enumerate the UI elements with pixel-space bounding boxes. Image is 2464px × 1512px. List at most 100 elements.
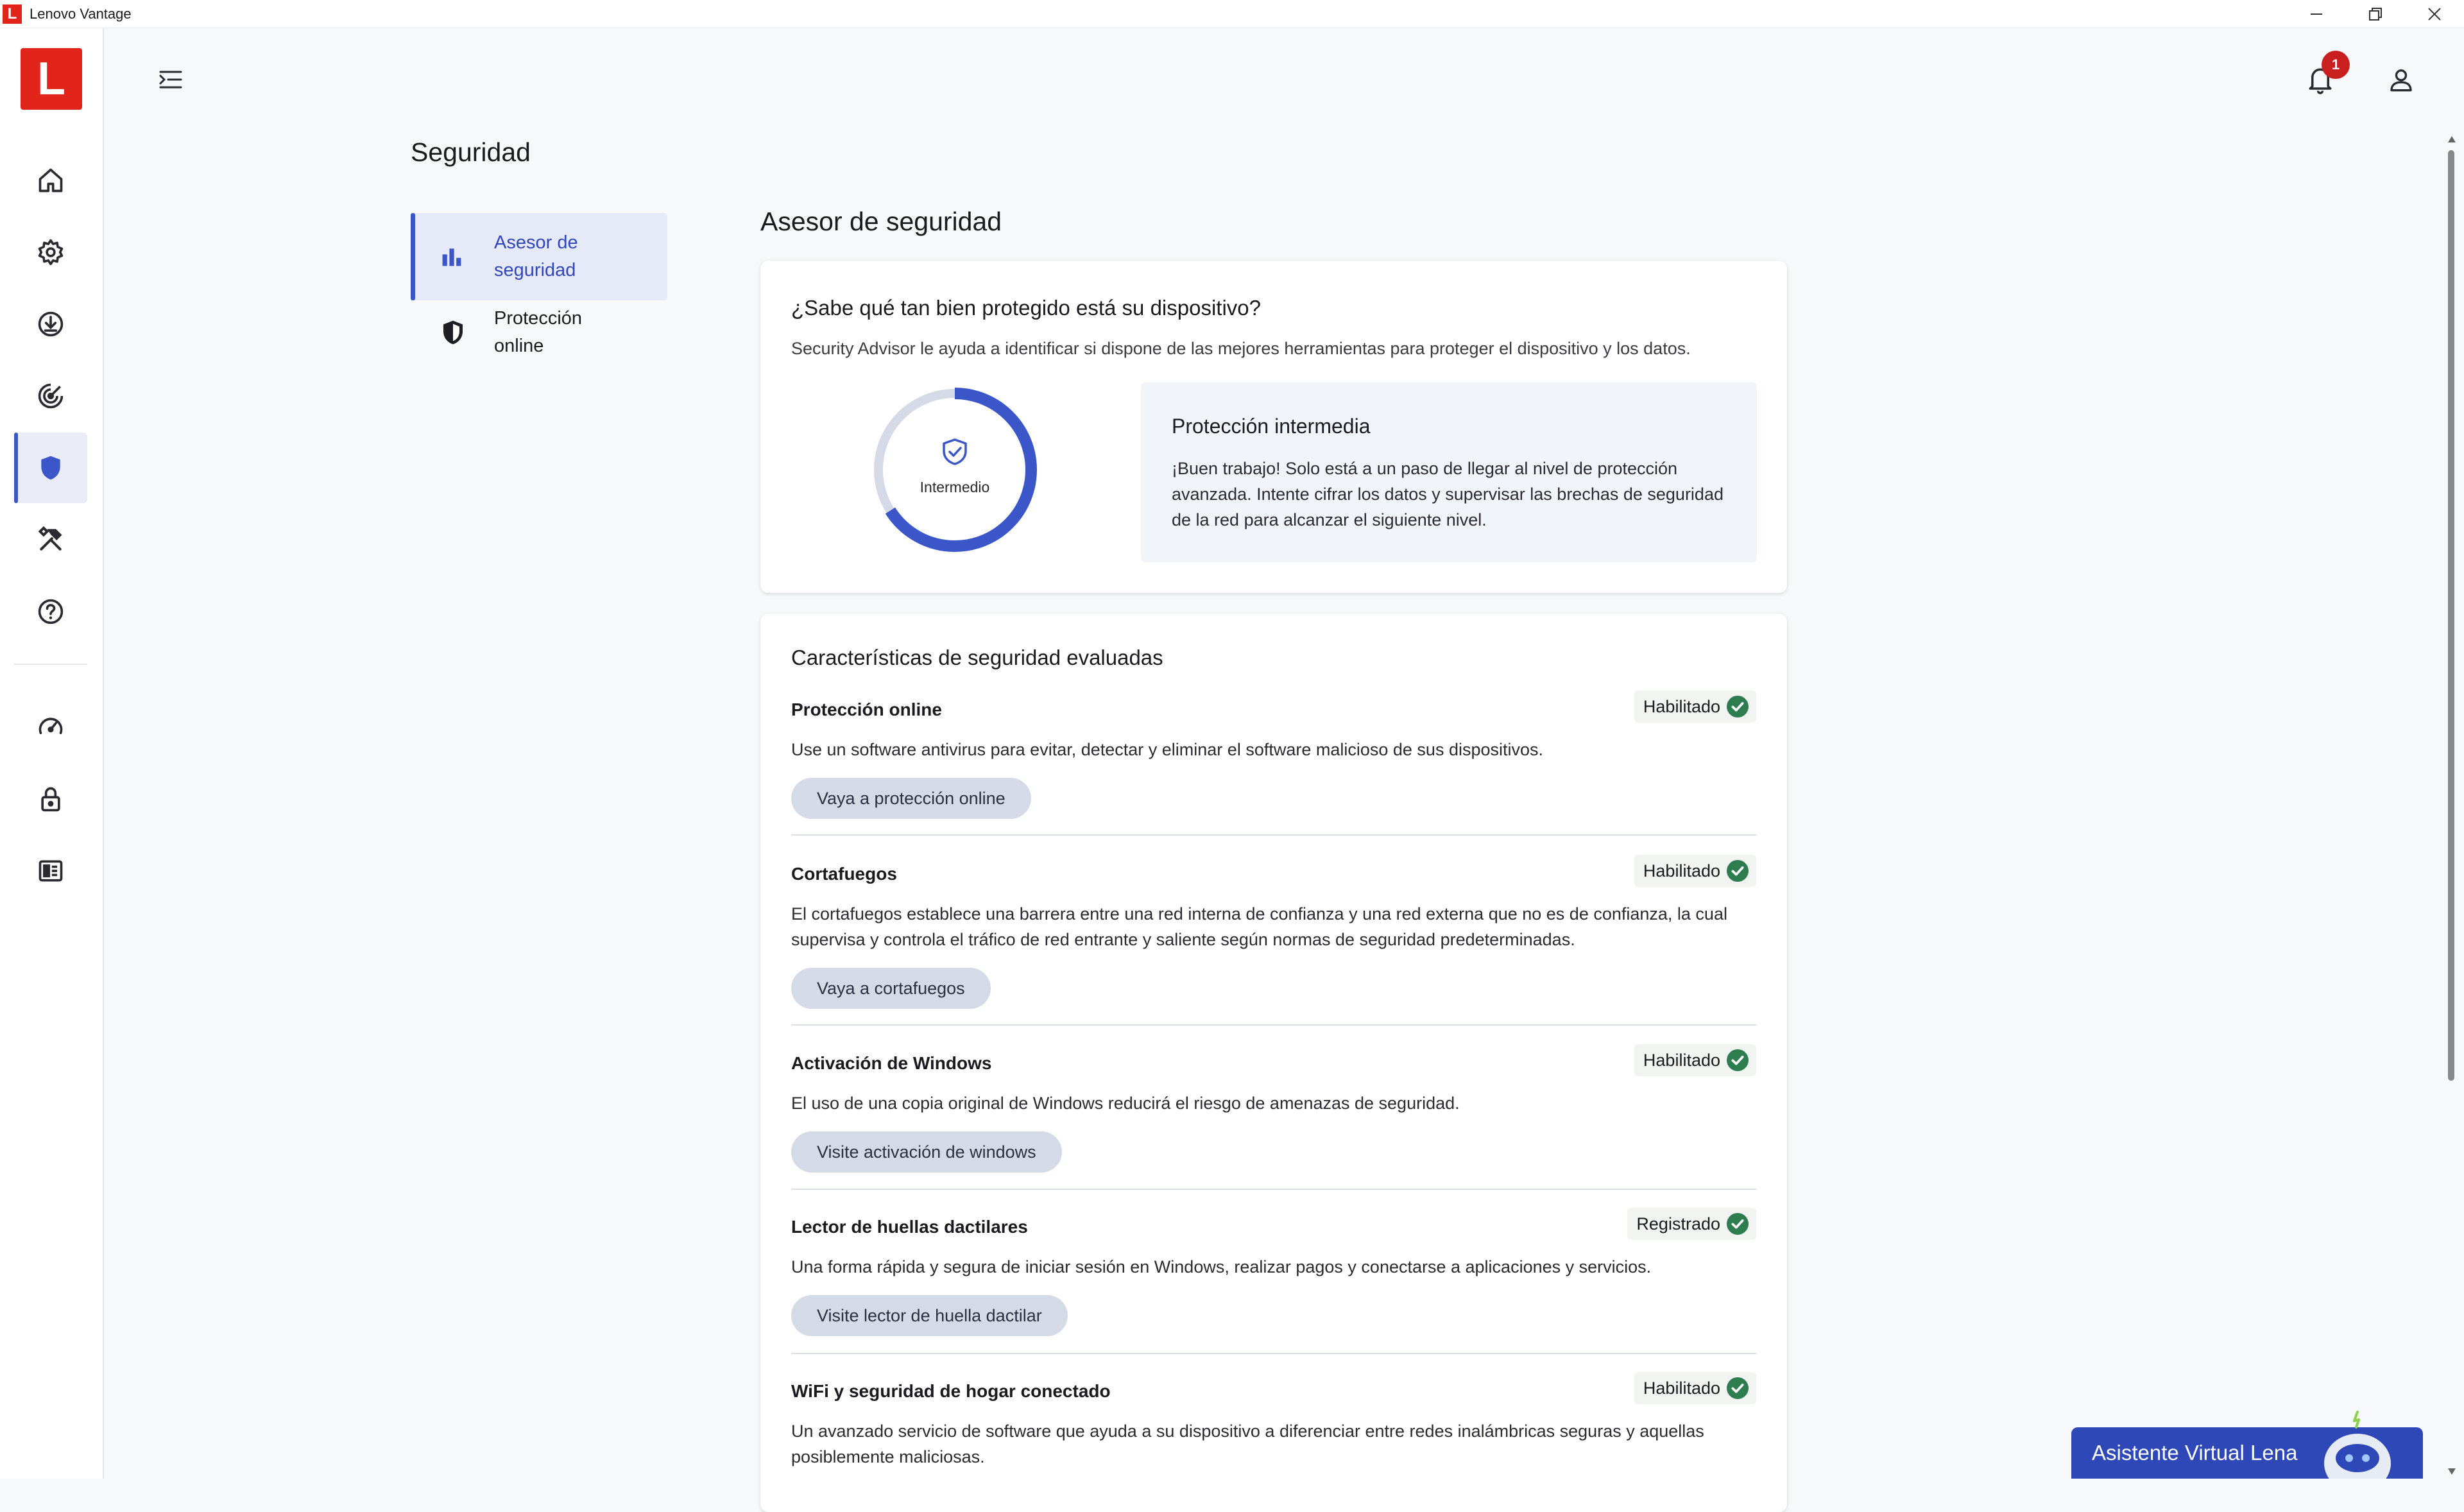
gauge-label: Intermedio <box>920 479 990 495</box>
check-circle-icon <box>1727 696 1749 717</box>
account-icon <box>2390 69 2412 92</box>
status-badge: Habilitado <box>1634 855 1756 887</box>
protection-level-title: Protección intermedia <box>1172 415 1371 438</box>
card-title: Características de seguridad evaluadas <box>791 646 1163 669</box>
window-title: Lenovo Vantage <box>30 5 132 22</box>
scroll-up-arrow-icon[interactable] <box>2447 135 2457 144</box>
status-text: Habilitado <box>1643 696 1720 716</box>
feature-online-protection: Protección online Habilitado Use un soft… <box>791 691 1756 828</box>
feature-name: Lector de huellas dactilares <box>791 1217 1028 1237</box>
visit-fingerprint-reader-button[interactable]: Visite lector de huella dactilar <box>791 1295 1068 1336</box>
protection-level-gauge <box>873 388 1037 552</box>
window-controls <box>2287 0 2464 28</box>
feature-divider <box>791 1024 1756 1026</box>
speedometer-icon <box>38 717 63 734</box>
robot-assistant-icon[interactable] <box>2319 1409 2396 1479</box>
check-circle-icon <box>1727 1049 1749 1071</box>
feature-description: El cortafuegos establece una barrera ent… <box>791 904 1727 949</box>
close-icon <box>2428 8 2441 21</box>
minimize-button[interactable] <box>2287 0 2346 28</box>
bar-chart-icon <box>442 248 461 266</box>
evaluated-features-card: Características de seguridad evaluadas P… <box>760 614 1787 1512</box>
rail-item-home[interactable] <box>14 145 87 216</box>
gear-icon <box>38 239 64 266</box>
feature-divider <box>791 1353 1756 1354</box>
check-circle-icon <box>1727 1377 1749 1399</box>
rail-item-security[interactable] <box>14 433 87 503</box>
tools-icon <box>38 526 62 551</box>
menu-expand-button[interactable] <box>154 65 187 94</box>
lenovo-logo[interactable]: L <box>21 48 82 110</box>
assistant-label: Asistente Virtual Lena <box>2092 1441 2298 1465</box>
status-badge: Habilitado <box>1634 1372 1756 1404</box>
feature-description: El uso de una copia original de Windows … <box>791 1094 1460 1113</box>
status-text: Habilitado <box>1643 1050 1720 1070</box>
app-logo-icon: L <box>3 4 22 24</box>
feature-divider <box>791 834 1756 836</box>
page-title: Seguridad <box>411 137 531 167</box>
rail-item-performance[interactable] <box>14 361 87 431</box>
target-icon <box>38 383 64 409</box>
subnav-item-online-protection[interactable]: Protección online <box>411 300 667 365</box>
go-online-protection-button[interactable]: Vaya a protección online <box>791 778 1031 819</box>
card-subtitle: Security Advisor le ayuda a identificar … <box>791 339 1691 358</box>
home-icon <box>38 168 63 193</box>
protection-level-text: ¡Buen trabajo! Solo está a un paso de ll… <box>1172 459 1724 529</box>
status-badge: Registrado <box>1627 1208 1756 1240</box>
rail-item-apps[interactable] <box>14 836 87 906</box>
feature-name: Activación de Windows <box>791 1053 992 1073</box>
rail-item-updates[interactable] <box>14 289 87 359</box>
rail-divider <box>14 664 87 665</box>
notification-count-badge: 1 <box>2322 51 2350 79</box>
check-circle-icon <box>1727 1213 1749 1235</box>
rail-item-speed[interactable] <box>14 692 87 762</box>
feature-name: WiFi y seguridad de hogar conectado <box>791 1381 1111 1401</box>
status-badge: Habilitado <box>1634 1044 1756 1076</box>
shield-check-icon <box>943 438 967 465</box>
status-text: Habilitado <box>1643 861 1720 881</box>
shield-icon <box>41 456 60 480</box>
protection-level-box: Protección intermedia ¡Buen trabajo! Sol… <box>1141 382 1757 562</box>
lock-icon <box>41 787 60 812</box>
feature-name: Cortafuegos <box>791 864 897 884</box>
help-icon <box>38 599 64 624</box>
security-subnav: Asesor de seguridad Protección online <box>411 213 667 365</box>
window-titlebar: L Lenovo Vantage <box>0 0 2464 28</box>
security-level-card: ¿Sabe qué tan bien protegido está su dis… <box>760 261 1787 593</box>
status-text: Habilitado <box>1643 1378 1720 1398</box>
shield-half-icon <box>443 320 463 345</box>
feature-divider <box>791 1189 1756 1190</box>
section-title: Asesor de seguridad <box>760 207 1002 236</box>
subnav-label: Protección online <box>494 308 583 356</box>
restore-button[interactable] <box>2346 0 2405 28</box>
subnav-label: Asesor de seguridad <box>494 232 578 280</box>
feature-fingerprint-reader: Lector de huellas dactilares Registrado … <box>791 1208 1756 1345</box>
visit-windows-activation-button[interactable]: Visite activación de windows <box>791 1131 1062 1173</box>
check-circle-icon <box>1727 860 1749 882</box>
scroll-down-arrow-icon[interactable] <box>2447 1467 2457 1476</box>
feature-windows-activation: Activación de Windows Habilitado El uso … <box>791 1044 1756 1181</box>
rail-item-tools[interactable] <box>14 504 87 575</box>
feature-description: Una forma rápida y segura de iniciar ses… <box>791 1257 1652 1276</box>
feature-name: Protección online <box>791 700 942 719</box>
scrollbar-thumb[interactable] <box>2448 150 2454 1081</box>
minimize-icon <box>2311 13 2322 15</box>
menu-expand-icon <box>159 71 182 89</box>
status-badge: Habilitado <box>1634 691 1756 723</box>
feature-description: Use un software antivirus para evitar, d… <box>791 740 1544 759</box>
download-icon <box>38 311 64 337</box>
feature-description: Un avanzado servicio de software que ayu… <box>791 1422 1704 1466</box>
account-button[interactable] <box>2384 63 2418 96</box>
rail-item-settings[interactable] <box>14 217 87 288</box>
card-title: ¿Sabe qué tan bien protegido está su dis… <box>791 296 1261 320</box>
subnav-item-security-advisor[interactable]: Asesor de seguridad <box>411 213 667 300</box>
close-button[interactable] <box>2405 0 2464 28</box>
restore-icon <box>2369 8 2382 21</box>
feature-wifi-security: WiFi y seguridad de hogar conectado Habi… <box>791 1372 1756 1484</box>
go-firewall-button[interactable]: Vaya a cortafuegos <box>791 968 991 1009</box>
rail-item-help[interactable] <box>14 576 87 647</box>
rail-item-lock[interactable] <box>14 764 87 834</box>
status-text: Registrado <box>1636 1214 1720 1233</box>
feature-firewall: Cortafuegos Habilitado El cortafuegos es… <box>791 855 1756 1018</box>
grid-app-icon <box>38 860 63 882</box>
